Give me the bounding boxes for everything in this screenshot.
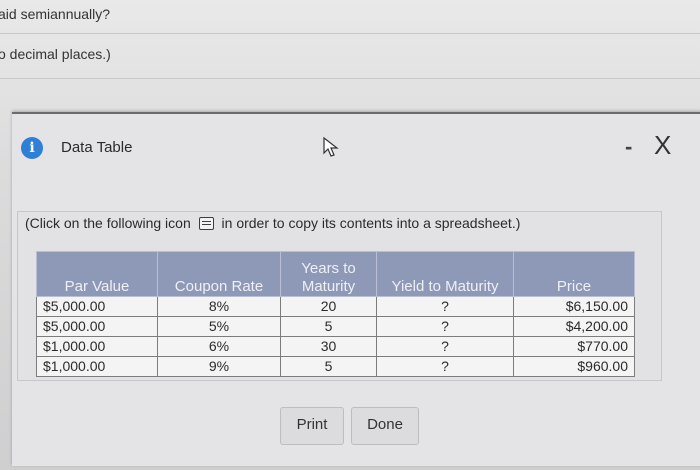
cell-yield-to-maturity: ? — [376, 296, 514, 317]
header-coupon-rate: Coupon Rate — [157, 251, 281, 297]
minimize-button[interactable]: - — [625, 136, 632, 158]
table-row: $5,000.00 8% 20 ? $6,150.00 — [36, 296, 635, 317]
print-button[interactable]: Print — [280, 407, 344, 445]
background-question-line: aid semiannually? — [0, 6, 111, 22]
cell-years-to-maturity: 5 — [280, 356, 377, 377]
cell-years-to-maturity: 30 — [280, 336, 377, 357]
table-row: $5,000.00 5% 5 ? $4,200.00 — [36, 316, 635, 337]
cell-coupon-rate: 5% — [157, 316, 281, 337]
divider — [0, 33, 700, 34]
close-button[interactable]: X — [654, 130, 671, 161]
background-instruction-line: o decimal places.) — [0, 46, 111, 62]
header-years-to-maturity: Years to Maturity — [280, 251, 377, 297]
instruction-text-before: (Click on the following icon — [25, 215, 191, 231]
table-row: $1,000.00 6% 30 ? $770.00 — [36, 336, 635, 357]
cell-par-value: $1,000.00 — [36, 336, 158, 357]
cell-par-value: $1,000.00 — [36, 356, 158, 377]
cell-par-value: $5,000.00 — [36, 316, 158, 337]
cell-price: $6,150.00 — [513, 296, 635, 317]
header-par-value: Par Value — [36, 251, 158, 297]
spreadsheet-copy-icon[interactable] — [198, 217, 214, 230]
header-price: Price — [513, 251, 635, 297]
done-button[interactable]: Done — [351, 407, 419, 445]
cell-price: $4,200.00 — [513, 316, 635, 337]
bond-data-table: Par Value Coupon Rate Years to Maturity … — [36, 251, 635, 377]
cell-par-value: $5,000.00 — [36, 296, 158, 317]
data-table-dialog: i Data Table - X (Click on the following… — [12, 112, 700, 466]
cell-coupon-rate: 9% — [157, 356, 281, 377]
copy-instruction: (Click on the following icon in order to… — [25, 215, 520, 231]
table-row: $1,000.00 9% 5 ? $960.00 — [36, 356, 635, 377]
cell-yield-to-maturity: ? — [376, 336, 514, 357]
cell-years-to-maturity: 20 — [280, 296, 377, 317]
table-header-row: Par Value Coupon Rate Years to Maturity … — [36, 251, 635, 297]
cell-coupon-rate: 6% — [157, 336, 281, 357]
cell-coupon-rate: 8% — [157, 296, 281, 317]
dialog-title: Data Table — [61, 139, 133, 156]
instruction-text-after: in order to copy its contents into a spr… — [221, 215, 521, 231]
cell-yield-to-maturity: ? — [376, 316, 514, 337]
info-icon: i — [21, 137, 43, 159]
mouse-cursor-icon — [323, 136, 339, 157]
header-yield-to-maturity: Yield to Maturity — [376, 251, 514, 297]
dialog-titlebar: i Data Table - X — [12, 114, 700, 174]
cell-price: $770.00 — [513, 336, 635, 357]
divider — [0, 78, 700, 79]
cell-yield-to-maturity: ? — [376, 356, 514, 377]
cell-price: $960.00 — [513, 356, 635, 377]
cell-years-to-maturity: 5 — [280, 316, 377, 337]
